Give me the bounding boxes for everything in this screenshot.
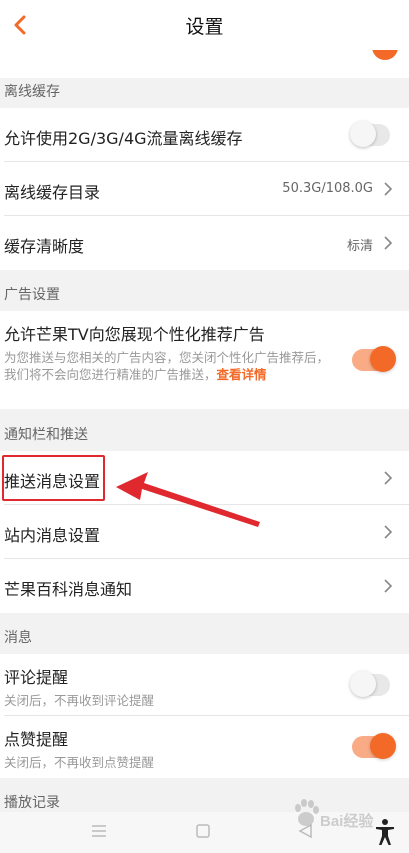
- row-label: 芒果百科消息通知: [4, 580, 133, 599]
- row-label: 缓存清晰度: [4, 237, 85, 256]
- toggle-knob: [370, 346, 396, 372]
- view-details-link[interactable]: 查看详情: [217, 367, 267, 382]
- chevron-right-icon: [383, 524, 393, 540]
- ad-description-text: 为您推送与您相关的广告内容，您关闭个性化广告推荐后，我们将不会向您进行精准的广告…: [4, 350, 330, 382]
- row-label: 点赞提醒: [4, 730, 69, 749]
- partial-row: [0, 50, 409, 78]
- section-ad-settings: 广告设置: [4, 287, 60, 303]
- section-messages: 消息: [4, 630, 32, 646]
- toggle-knob: [370, 733, 396, 759]
- chevron-right-icon: [383, 578, 393, 594]
- row-like-reminder: 点赞提醒 关闭后，不再收到点赞提醒: [0, 716, 409, 778]
- baidu-jingyan-watermark: Bai经验: [292, 798, 392, 838]
- row-label: 站内消息设置: [4, 526, 101, 545]
- page-title: 设置: [185, 16, 224, 38]
- section-notifications: 通知栏和推送: [4, 427, 88, 443]
- row-cache-directory[interactable]: 离线缓存目录 50.3G/108.0G: [0, 162, 409, 216]
- toggle-like-reminder[interactable]: [352, 733, 396, 759]
- toggle-allow-mobile-data-cache[interactable]: [350, 121, 390, 147]
- cache-quality-value: 标清: [346, 239, 373, 254]
- ad-description: 为您推送与您相关的广告内容，您关闭个性化广告推荐后，我们将不会向您进行精准的广告…: [4, 349, 339, 383]
- toggle-knob: [350, 671, 376, 697]
- row-allow-mobile-data-cache: 允许使用2G/3G/4G流量离线缓存: [0, 108, 409, 162]
- toggle-knob-partial[interactable]: [372, 50, 398, 60]
- row-label: 评论提醒: [4, 668, 69, 687]
- annotation-highlight-box: [2, 455, 105, 501]
- row-subtitle: 关闭后，不再收到评论提醒: [4, 693, 155, 708]
- menu-icon[interactable]: [90, 822, 108, 840]
- row-comment-reminder: 评论提醒 关闭后，不再收到评论提醒: [0, 654, 409, 716]
- chevron-right-icon: [383, 181, 393, 197]
- paw-logo-icon: [295, 799, 319, 826]
- row-personalized-ads: 允许芒果TV向您展现个性化推荐广告 为您推送与您相关的广告内容，您关闭个性化广告…: [0, 311, 409, 409]
- row-subtitle: 关闭后，不再收到点赞提醒: [4, 755, 155, 770]
- toggle-personalized-ads[interactable]: [352, 346, 396, 372]
- cache-storage-value: 50.3G/108.0G: [282, 181, 373, 196]
- top-bar: 设置: [0, 0, 409, 50]
- row-label: 离线缓存目录: [4, 183, 101, 202]
- toggle-knob: [350, 121, 376, 147]
- home-square-icon[interactable]: [194, 822, 212, 840]
- row-label: 允许芒果TV向您展现个性化推荐广告: [4, 325, 265, 344]
- section-offline-cache: 离线缓存: [4, 84, 60, 100]
- toggle-comment-reminder[interactable]: [350, 671, 390, 697]
- chevron-right-icon: [383, 470, 393, 486]
- watermark-text: Bai经验: [320, 813, 374, 830]
- row-baike-notifications[interactable]: 芒果百科消息通知: [0, 559, 409, 613]
- annotation-arrow-icon: [116, 472, 260, 527]
- row-label: 允许使用2G/3G/4G流量离线缓存: [4, 129, 243, 148]
- row-cache-quality[interactable]: 缓存清晰度 标清: [0, 216, 409, 270]
- chevron-right-icon: [383, 235, 393, 251]
